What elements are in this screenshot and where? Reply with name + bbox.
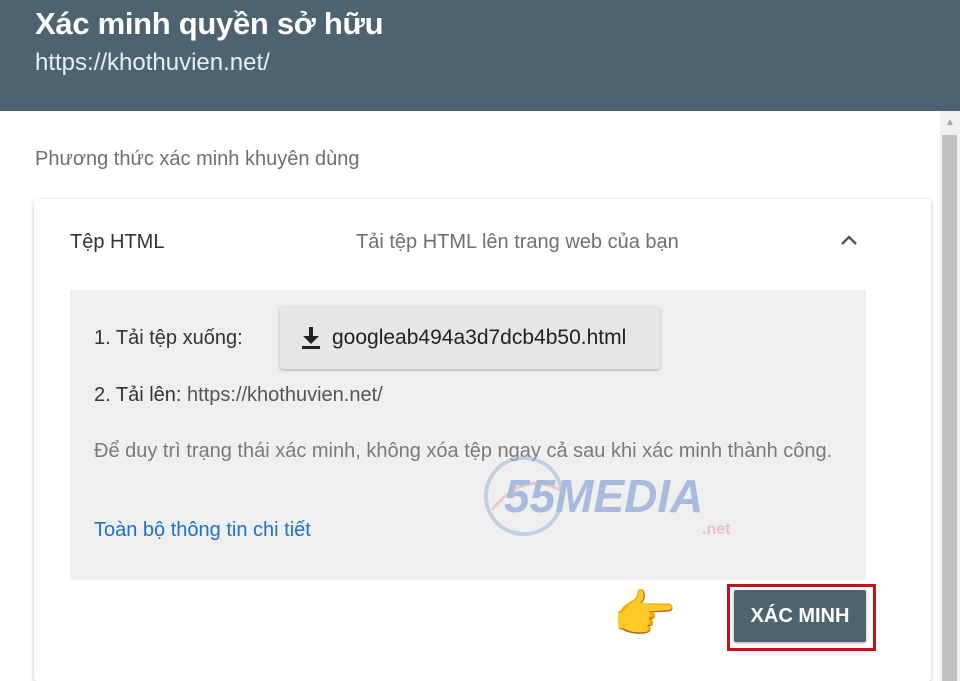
method-details-panel: 1. Tải tệp xuống: googleab494a3d7dcb4b50… — [70, 290, 866, 580]
verification-method-card: Tệp HTML Tải tệp HTML lên trang web của … — [34, 199, 931, 681]
watermark-suffix: .net — [702, 521, 731, 538]
scrollbar-thumb[interactable] — [942, 135, 957, 681]
dialog-title: Xác minh quyền sở hữu — [35, 6, 384, 41]
full-details-link[interactable]: Toàn bộ thông tin chi tiết — [94, 519, 311, 542]
download-file-button[interactable]: googleab494a3d7dcb4b50.html — [280, 307, 660, 369]
download-file-name: googleab494a3d7dcb4b50.html — [332, 326, 627, 349]
watermark-logo: 55MEDIA .net — [484, 456, 731, 538]
property-url: https://khothuvien.net/ — [35, 49, 270, 76]
step2-text: 2. Tải lên: https://khothuvien.net/ — [94, 384, 383, 407]
pointing-hand-icon: 👉 — [612, 586, 677, 644]
download-icon — [302, 327, 320, 349]
section-heading: Phương thức xác minh khuyên dùng — [35, 148, 360, 170]
step1-label: 1. Tải tệp xuống: — [94, 327, 243, 349]
method-name[interactable]: Tệp HTML — [70, 231, 164, 254]
chevron-up-icon[interactable] — [840, 233, 858, 247]
verify-button[interactable]: XÁC MINH — [734, 590, 866, 642]
step2-url: https://khothuvien.net/ — [187, 384, 383, 406]
method-description: Tải tệp HTML lên trang web của bạn — [356, 231, 679, 253]
step2-label: 2. Tải lên: — [94, 384, 182, 406]
watermark-brand: 55MEDIA — [504, 470, 703, 522]
scroll-up-arrow-icon[interactable]: ▲ — [940, 111, 960, 133]
dialog-header: Xác minh quyền sở hữu https://khothuvien… — [0, 0, 960, 111]
